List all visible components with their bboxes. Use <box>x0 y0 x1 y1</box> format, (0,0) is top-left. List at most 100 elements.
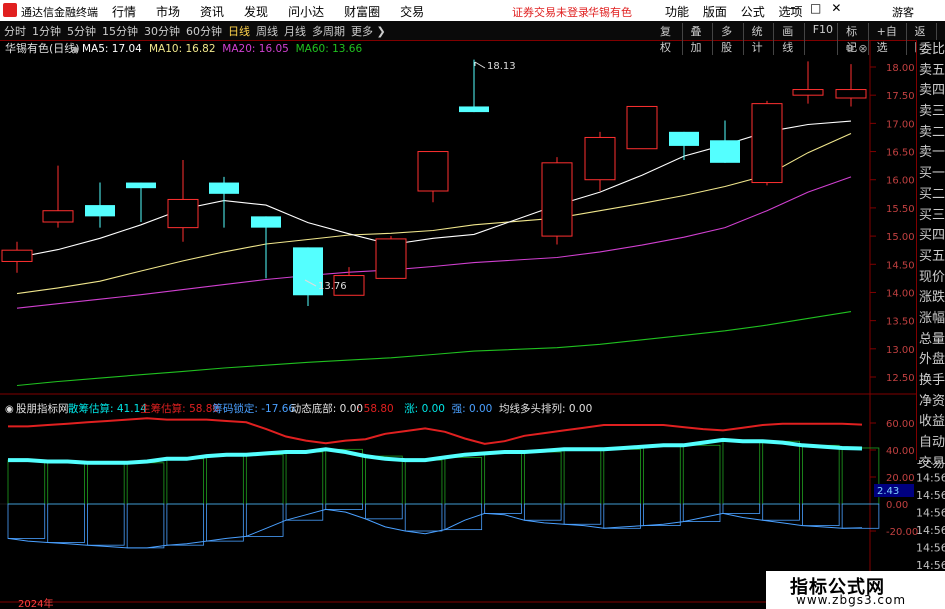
scatter-chip-bar <box>245 454 284 505</box>
indicator-tick-label: 0.00 <box>886 500 908 511</box>
period-tab-8[interactable]: 月线 <box>284 23 306 39</box>
candle-body-down <box>459 106 489 113</box>
indicator-tick-label: 60.00 <box>886 419 915 430</box>
scatter-chip-bar <box>87 462 125 505</box>
price-tick-label: 15.00 <box>886 232 915 243</box>
menu-wealth-circle[interactable]: 财富圈 <box>344 3 380 20</box>
period-tab-1[interactable]: 1分钟 <box>32 23 61 39</box>
scatter-chip-bar <box>285 451 324 505</box>
period-tab-6[interactable]: 日线 <box>228 23 250 39</box>
candle <box>710 120 740 163</box>
quote-panel-item-9: 买四 <box>919 228 945 244</box>
period-tab-0[interactable]: 分时 <box>4 23 26 39</box>
lock-chip-bar <box>484 503 522 514</box>
scatter-chip-bar <box>762 440 800 505</box>
candle <box>167 160 199 242</box>
indicator-value-4: : 58.80 <box>357 403 394 415</box>
chart-settings-icon[interactable]: ⚙ ⊗ <box>845 42 868 55</box>
quote-panel-item-16: 换手 <box>919 373 945 388</box>
period-tab-3[interactable]: 15分钟 <box>102 23 138 39</box>
indicator-value-1: 主筹估算: 58.80 <box>140 402 219 415</box>
ma-legend: ◆ MA5: 17.04 MA10: 16.82 MA20: 16.05 MA60: 1… <box>72 43 362 55</box>
scatter-chip-bar <box>802 444 840 505</box>
scatter-chip-bar <box>325 448 363 505</box>
ma-label-0: MA5: 17.04 <box>82 43 142 55</box>
period-tab-4[interactable]: 30分钟 <box>144 23 180 39</box>
lock-chip-bar <box>325 503 363 510</box>
watermark: 指标公式网 www.zbgs3.com <box>766 571 945 609</box>
candle-body-up <box>626 105 658 150</box>
window-controls[interactable]: —□✕ <box>788 1 851 15</box>
indicator-tick-label: -20.00 <box>886 527 918 538</box>
indicator-value-3: 动态底部: 0.00 <box>291 402 363 415</box>
candle-body-down <box>209 182 239 194</box>
menu-market[interactable]: 市场 <box>156 3 180 20</box>
candle-body-up <box>167 198 199 229</box>
menu-formula[interactable]: 公式 <box>741 5 765 19</box>
quote-panel-item-8: 买三 <box>919 207 945 223</box>
ma60-line <box>16 311 852 387</box>
scatter-chip-bar <box>841 447 880 505</box>
scatter-chip-bar <box>47 461 85 505</box>
quote-panel-item-20[interactable]: 交易 <box>917 454 945 475</box>
time-label: 14:56 <box>916 524 945 537</box>
chart-area[interactable]: 华锡有色(日线) ◆ MA5: 17.04 MA10: 16.82 MA20: 16.… <box>0 40 945 609</box>
scatter-chip-bar <box>404 459 443 505</box>
quote-panel-item-12: 涨跌 <box>919 290 945 306</box>
ma-label-1: MA10: 16.82 <box>149 43 216 55</box>
price-tick-label: 12.50 <box>886 373 915 384</box>
scatter-chip-bar <box>444 457 483 505</box>
indicator-line-0 <box>8 437 863 465</box>
period-tab-7[interactable]: 周线 <box>256 23 278 39</box>
year-label: 2024年 <box>18 597 53 609</box>
period-tab-2[interactable]: 5分钟 <box>67 23 96 39</box>
time-label: 14:56 <box>916 542 945 555</box>
candle <box>751 100 783 186</box>
scatter-chip-bar <box>722 439 761 505</box>
price-tick-label: 18.00 <box>886 63 915 74</box>
lock-chip-bar <box>603 503 641 529</box>
indicator-value-7: 均线多头排列: 0.00 <box>499 402 592 415</box>
scatter-chip-bar <box>365 455 403 505</box>
lock-chip-bar <box>802 503 840 527</box>
price-tick-label: 16.00 <box>886 176 915 187</box>
period-tab-5[interactable]: 60分钟 <box>186 23 222 39</box>
lock-chip-bar <box>404 503 443 532</box>
price-tick-label: 16.50 <box>886 148 915 159</box>
menu-trade[interactable]: 交易 <box>400 3 424 20</box>
candle-body-up <box>835 89 867 99</box>
candlesticks <box>1 59 867 306</box>
quote-panel-item-0: 委比 <box>919 42 945 57</box>
main-menu: 行情 市场 资讯 发现 问小达 财富圈 交易 <box>112 3 444 20</box>
title-bar: 通达信金融终端 行情 市场 资讯 发现 问小达 财富圈 交易 证券交易未登录 华… <box>0 0 945 21</box>
menu-news[interactable]: 资讯 <box>200 3 224 20</box>
period-tab-10[interactable]: 更多 ❯ <box>351 23 386 39</box>
lock-chip-bar <box>166 503 205 546</box>
indicator-legend: 散筹估算: 41.14主筹估算: 58.80筹码锁定: -17.66动态底部: … <box>68 402 592 415</box>
lock-chip-bar <box>762 503 800 521</box>
candle-body-up <box>375 238 407 279</box>
menu-layout[interactable]: 版面 <box>703 5 727 19</box>
period-tab-9[interactable]: 多周期 <box>312 23 345 39</box>
price-tick-label: 14.00 <box>886 288 915 299</box>
quote-panel-item-3: 卖三 <box>919 104 945 120</box>
guest-button[interactable]: 游客 <box>892 4 914 20</box>
candle <box>669 131 699 160</box>
menu-ask-assistant[interactable]: 问小达 <box>288 3 324 20</box>
candle-body-up <box>1 249 33 262</box>
candle-body-up <box>751 103 783 184</box>
menu-discover[interactable]: 发现 <box>244 3 268 20</box>
candle <box>417 151 449 203</box>
menu-functions[interactable]: 功能 <box>665 5 689 19</box>
candle-body-down <box>710 140 740 163</box>
price-axis: 18.00 17.50 17.00 16.50 16.00 15.50 15.00 14.50… <box>870 63 915 384</box>
indicator-icon[interactable]: ◉ <box>5 404 14 415</box>
menu-market-quotes[interactable]: 行情 <box>112 3 136 20</box>
quote-panel-item-19[interactable]: 自动 <box>917 433 945 454</box>
quote-panel-item-10: 买五 <box>919 248 945 264</box>
quote-panel-item-2: 卖四 <box>919 83 945 99</box>
quote-panel-item-6: 买一 <box>919 166 945 182</box>
indicator-value-2: 筹码锁定: -17.66 <box>212 402 295 415</box>
login-warning[interactable]: 证券交易未登录 <box>512 4 589 20</box>
quote-panel-item-4: 卖二 <box>919 124 945 140</box>
